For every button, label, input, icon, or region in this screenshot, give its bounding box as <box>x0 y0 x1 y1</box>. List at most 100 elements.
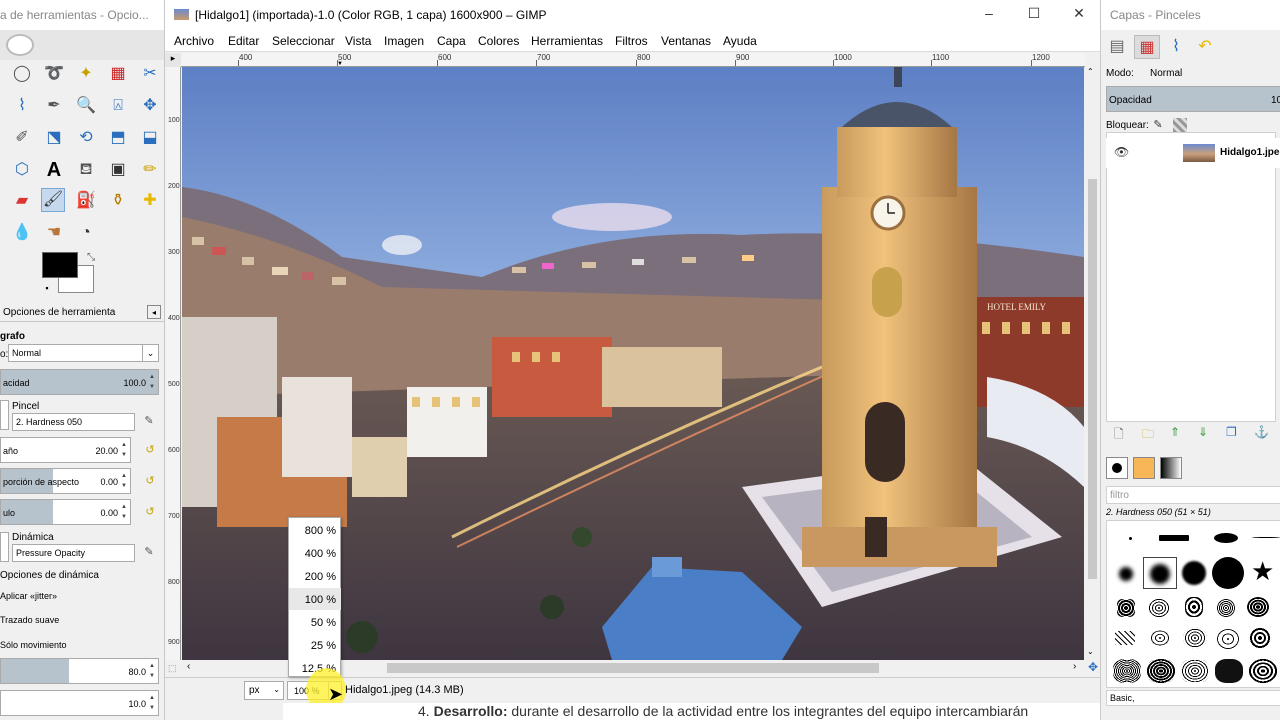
align-icon[interactable]: ✐ <box>10 126 34 150</box>
menu-archivo[interactable]: Archivo <box>174 34 214 48</box>
size-slider[interactable]: año 20.00 ▲ ▼ <box>0 437 131 463</box>
zoom-option[interactable]: 25 % <box>289 634 341 656</box>
minimize-button[interactable]: – <box>975 5 1003 25</box>
brush-item[interactable] <box>1149 629 1171 647</box>
brush-item[interactable] <box>1212 557 1244 589</box>
smooth-quality-slider[interactable]: 80.0 ▲ ▼ <box>0 658 159 684</box>
spin-arrows-icon[interactable]: ▲ ▼ <box>149 693 157 713</box>
zoom-option-current[interactable]: 100 % <box>289 588 341 610</box>
shear-icon[interactable]: ⬓ <box>138 126 162 150</box>
star-brush-icon[interactable]: ★ <box>1251 557 1274 585</box>
menu-editar[interactable]: Editar <box>228 34 259 48</box>
spin-arrows-icon[interactable]: ▲ ▼ <box>121 502 129 522</box>
selected-brush-frame[interactable] <box>1143 557 1177 589</box>
zoom-option[interactable]: 50 % <box>289 611 341 633</box>
anchor-layer-icon[interactable]: ⚓ <box>1254 425 1269 439</box>
zoom-tool-icon[interactable]: 🔍 <box>74 94 98 118</box>
jitter-checkbox[interactable]: Aplicar «jitter» <box>0 591 57 601</box>
clone-icon[interactable]: ⚱ <box>106 189 130 213</box>
angle-slider[interactable]: ulo 0.00 ▲ ▼ <box>0 499 131 525</box>
blend-icon[interactable]: ▣ <box>106 158 130 182</box>
reset-size-icon[interactable]: ↺ <box>143 443 157 457</box>
pencil-icon[interactable]: ✏ <box>138 158 162 182</box>
select-by-color-icon[interactable]: ▦ <box>106 62 130 86</box>
move-only-checkbox[interactable]: Sólo movimiento <box>0 640 67 650</box>
zoom-option[interactable]: 800 % <box>289 519 341 541</box>
scroll-left-icon[interactable]: ‹ <box>187 661 190 672</box>
brush-item[interactable] <box>1249 627 1271 649</box>
scroll-right-icon[interactable]: › <box>1073 661 1076 672</box>
dynamics-preview[interactable] <box>0 532 9 562</box>
horizontal-ruler[interactable]: 400 500 600 700 800 900 1000 1100 1200 ▼ <box>181 53 1085 67</box>
brush-item[interactable] <box>1117 599 1135 617</box>
brush-item[interactable] <box>1159 535 1189 541</box>
scissors-select-icon[interactable]: ✂ <box>138 62 162 86</box>
brush-item[interactable] <box>1149 599 1169 617</box>
brush-item[interactable] <box>1183 627 1207 649</box>
spin-arrows-icon[interactable]: ▲ ▼ <box>121 440 129 460</box>
brush-item[interactable] <box>1252 537 1280 538</box>
layer-opacity-slider[interactable]: Opacidad 10 <box>1106 86 1280 112</box>
spin-arrows-icon[interactable]: ▲ ▼ <box>149 661 157 681</box>
mode-select[interactable]: Normal ⌄ <box>8 344 159 362</box>
brush-item[interactable] <box>1249 659 1277 683</box>
tab-menu-icon[interactable]: ◂ <box>147 305 161 319</box>
unit-select[interactable]: px ⌄ <box>244 681 284 700</box>
smooth-weight-slider[interactable]: 10.0 ▲ ▼ <box>0 690 159 716</box>
edit-brush-icon[interactable]: ✎ <box>142 414 156 428</box>
brush-filter-input[interactable]: filtro <box>1106 486 1280 504</box>
text-tool-icon[interactable]: A <box>42 158 66 182</box>
zoom-option[interactable]: 400 % <box>289 542 341 564</box>
layer-name[interactable]: Hidalgo1.jpeg <box>1220 147 1280 158</box>
move-icon[interactable]: ✥ <box>138 94 162 118</box>
measure-icon[interactable]: ⍓ <box>106 94 130 118</box>
brush-tags-field[interactable]: Basic, <box>1106 690 1280 706</box>
dynamics-options-expander[interactable]: Opciones de dinámica <box>0 570 99 581</box>
menu-vista[interactable]: Vista <box>345 34 371 48</box>
spin-arrows-icon[interactable]: ▲ ▼ <box>149 372 157 392</box>
foreground-color-swatch-top[interactable] <box>42 252 78 278</box>
pattern-selector-swatch[interactable] <box>1133 457 1155 479</box>
cage-transform-icon[interactable]: ⬡ <box>10 158 34 182</box>
layers-tab-icon[interactable]: ▤ <box>1104 35 1130 59</box>
brush-field[interactable]: 2. Hardness 050 <box>12 413 135 431</box>
dynamics-field[interactable]: Pressure Opacity <box>12 544 135 562</box>
navigate-icon[interactable]: ✥ <box>1086 660 1100 676</box>
quick-mask-corner-icon[interactable]: ▸ <box>165 53 181 67</box>
airbrush-icon[interactable]: ⛽ <box>74 189 98 213</box>
lock-alpha-icon[interactable] <box>1173 118 1187 132</box>
brush-item[interactable] <box>1147 659 1175 683</box>
brush-item[interactable] <box>1129 537 1132 540</box>
menu-ayuda[interactable]: Ayuda <box>723 34 757 48</box>
brush-item[interactable] <box>1217 629 1239 649</box>
quick-mask-toggle-icon[interactable]: ⬚ <box>165 660 182 676</box>
spin-arrows-icon[interactable]: ▲ ▼ <box>121 471 129 491</box>
smudge-icon[interactable]: ☚ <box>42 221 66 245</box>
vertical-scrollbar[interactable]: ⌃ ⌄ <box>1085 67 1100 660</box>
channels-tab-icon[interactable]: ▦ <box>1134 35 1160 59</box>
layer-mode-value[interactable]: Normal <box>1150 68 1182 79</box>
eraser-icon[interactable]: ▰ <box>10 189 34 213</box>
brush-preview[interactable] <box>0 400 9 430</box>
brush-item[interactable] <box>1215 659 1243 683</box>
horizontal-scroll-thumb[interactable] <box>387 663 879 673</box>
gradient-selector-swatch[interactable] <box>1160 457 1182 479</box>
scale-icon[interactable]: ⬒ <box>106 126 130 150</box>
menu-seleccionar[interactable]: Seleccionar <box>272 34 335 48</box>
default-colors-icon[interactable]: ▪ <box>40 281 54 295</box>
paintbrush-icon[interactable]: 🖌 <box>41 188 65 212</box>
undo-history-tab-icon[interactable]: ↶ <box>1192 35 1218 59</box>
fuzzy-select-icon[interactable]: ✦ <box>74 62 98 86</box>
bucket-fill-icon[interactable]: ⛾ <box>74 158 98 182</box>
swap-colors-icon[interactable]: ⤡ <box>84 251 98 265</box>
lasso-select-icon[interactable]: ➰ <box>42 62 66 86</box>
menu-colores[interactable]: Colores <box>478 34 519 48</box>
brush-item[interactable] <box>1217 599 1235 617</box>
lock-pixels-icon[interactable]: ✎ <box>1151 118 1165 132</box>
brush-selector-swatch[interactable] <box>1106 457 1128 479</box>
opacity-slider[interactable]: acidad 100.0 ▲ ▼ <box>0 369 159 395</box>
paths-icon[interactable]: ⌇ <box>10 94 34 118</box>
duplicate-layer-icon[interactable]: ❐ <box>1226 425 1237 439</box>
vertical-scroll-thumb[interactable] <box>1088 179 1097 579</box>
smooth-stroke-checkbox[interactable]: Trazado suave <box>0 615 59 625</box>
